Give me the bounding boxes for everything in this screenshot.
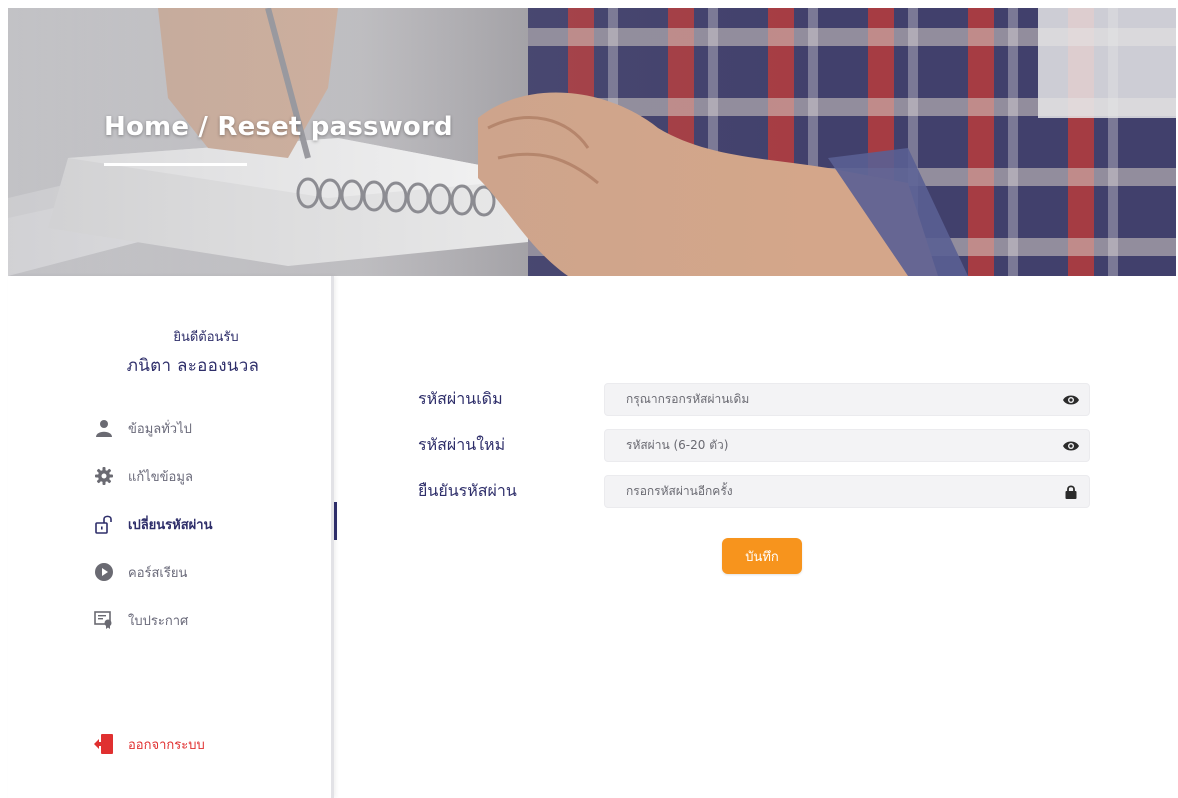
confirm-password-input[interactable]	[605, 475, 1089, 507]
lock-icon	[1063, 484, 1079, 500]
new-password-label: รหัสผ่านใหม่	[418, 434, 506, 454]
user-icon	[94, 418, 114, 438]
reset-password-form: รหัสผ่านเดิม รหัสผ่านใหม่ ยืนยันรหัสผ่าน…	[418, 376, 1094, 574]
old-password-input[interactable]	[605, 383, 1089, 415]
old-password-row: รหัสผ่านเดิม	[418, 376, 1094, 422]
new-password-input[interactable]	[605, 429, 1089, 461]
logout-door-icon	[94, 733, 114, 755]
sidebar-menu: ข้อมูลทั่วไป แก้ไขข้อมูล เปลี่ยนรหัสผ่าน…	[8, 404, 337, 644]
sidebar-item-label: ใบประกาศ	[128, 613, 189, 629]
confirm-password-row: ยืนยันรหัสผ่าน	[418, 468, 1094, 514]
sidebar-item-label: เปลี่ยนรหัสผ่าน	[128, 517, 213, 533]
old-password-label: รหัสผ่านเดิม	[418, 388, 503, 408]
new-password-row: รหัสผ่านใหม่	[418, 422, 1094, 468]
save-button[interactable]: บันทึก	[722, 538, 802, 574]
hero-banner: Home / Reset password	[8, 8, 1176, 276]
unlock-icon	[94, 514, 114, 534]
user-name: ภนิตา ละอองนวล	[126, 356, 260, 376]
play-circle-icon	[94, 562, 114, 582]
sidebar-item-courses[interactable]: คอร์สเรียน	[8, 548, 334, 596]
eye-icon[interactable]	[1063, 438, 1079, 454]
sidebar-item-edit-profile[interactable]: แก้ไขข้อมูล	[8, 452, 334, 500]
title-underline	[104, 163, 247, 166]
sidebar-item-label: คอร์สเรียน	[128, 565, 188, 581]
logout-label: ออกจากระบบ	[128, 737, 205, 753]
confirm-password-field-wrapper	[604, 474, 1090, 508]
old-password-field-wrapper	[604, 382, 1090, 416]
welcome-text: ยินดีต้อนรับ	[173, 330, 239, 345]
sidebar-item-label: ข้อมูลทั่วไป	[128, 421, 192, 437]
sidebar-item-label: แก้ไขข้อมูล	[128, 469, 193, 485]
new-password-field-wrapper	[604, 428, 1090, 462]
certificate-icon	[94, 610, 114, 630]
page-title-breadcrumb: Home / Reset password	[104, 112, 453, 142]
sidebar-item-certificates[interactable]: ใบประกาศ	[8, 596, 334, 644]
gear-icon	[94, 466, 114, 486]
sidebar-item-general-info[interactable]: ข้อมูลทั่วไป	[8, 404, 334, 452]
sidebar-item-change-password[interactable]: เปลี่ยนรหัสผ่าน	[8, 500, 337, 548]
confirm-password-label: ยืนยันรหัสผ่าน	[418, 480, 517, 500]
logout-button[interactable]: ออกจากระบบ	[8, 728, 334, 760]
hero-overlay	[8, 8, 1176, 276]
sidebar: ยินดีต้อนรับ ภนิตา ละอองนวล ข้อมูลทั่วไป	[8, 276, 337, 798]
eye-icon[interactable]	[1063, 392, 1079, 408]
